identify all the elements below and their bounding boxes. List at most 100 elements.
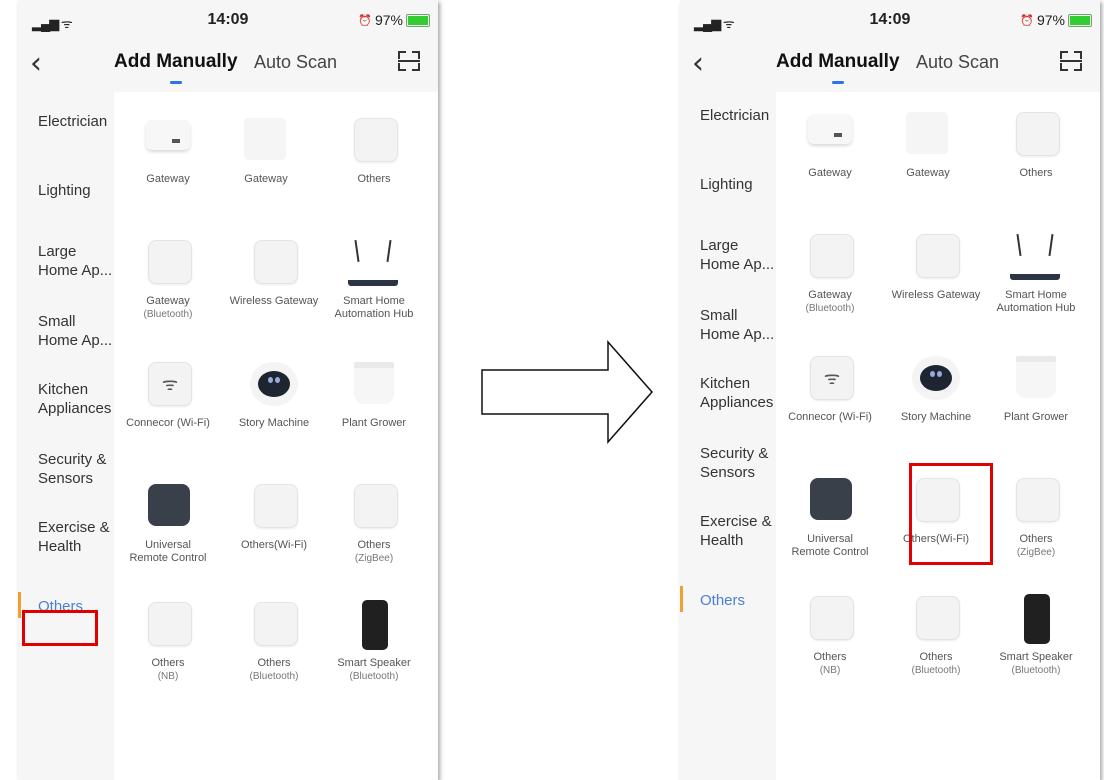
device-name: Gateway — [808, 167, 852, 179]
device-name: Others — [151, 657, 185, 669]
back-button[interactable]: ‹ — [692, 46, 704, 81]
device-card-story-machine[interactable]: Story Machine — [888, 348, 984, 424]
device-subtitle: (Bluetooth) — [911, 665, 961, 676]
phone-screen-before: ▂▄▆ ᯤ 14:09 ⏰ 97% ‹ Add Manually Auto Sc… — [18, 0, 438, 780]
sidebar-item-security-sensors[interactable]: Security & Sensors — [700, 444, 776, 482]
device-card-others[interactable]: Others — [988, 104, 1084, 180]
gateway-icon — [146, 120, 190, 150]
device-name: Connecor (Wi-Fi) — [126, 417, 210, 429]
device-subtitle: Remote Control — [129, 552, 207, 564]
category-sidebar: Electrician Lighting Large Home Ap... Sm… — [18, 92, 114, 642]
device-card-others-bluetooth[interactable]: Others (Bluetooth) — [226, 594, 322, 683]
battery-percent: 97% — [374, 12, 403, 28]
device-name: Gateway — [146, 295, 190, 307]
device-card-smart-home-automation-hub[interactable]: Smart Home Automation Hub — [326, 232, 422, 321]
device-card-connecor-wifi[interactable]: ᯤ Connecor (Wi-Fi) — [120, 354, 216, 430]
speaker-icon — [1024, 594, 1050, 644]
device-card-wireless-gateway[interactable]: Wireless Gateway — [226, 232, 322, 308]
gateway-icon — [808, 114, 852, 144]
sidebar-item-lighting[interactable]: Lighting — [38, 181, 114, 200]
device-card-gateway-2[interactable]: Gateway — [880, 104, 976, 180]
device-name: Gateway — [244, 173, 288, 185]
sidebar-item-large-home-appliances[interactable]: Large Home Ap... — [38, 242, 114, 280]
device-box-icon — [354, 484, 398, 528]
device-card-gateway[interactable]: Gateway — [120, 110, 216, 186]
device-subtitle: (ZigBee) — [1016, 547, 1056, 558]
device-name: Story Machine — [900, 411, 972, 423]
device-card-plant-grower[interactable]: Plant Grower — [326, 354, 422, 430]
device-name: Universal — [145, 539, 191, 551]
sidebar-item-electrician[interactable]: Electrician — [700, 106, 776, 125]
device-name: Smart Home — [1005, 289, 1067, 301]
sidebar-item-exercise-health[interactable]: Exercise & Health — [38, 518, 114, 556]
device-name: Gateway — [906, 167, 950, 179]
scan-icon[interactable] — [398, 51, 420, 71]
gateway-icon — [244, 118, 286, 160]
tab-auto-scan[interactable]: Auto Scan — [254, 52, 337, 73]
sidebar-item-large-home-appliances[interactable]: Large Home Ap... — [700, 236, 776, 274]
device-card-smart-speaker-bluetooth[interactable]: Smart Speaker (Bluetooth) — [988, 588, 1084, 677]
device-name: Gateway — [146, 173, 190, 185]
device-name: Others(Wi-Fi) — [241, 539, 307, 551]
back-button[interactable]: ‹ — [30, 46, 42, 81]
device-card-gateway[interactable]: Gateway — [782, 104, 878, 180]
device-box-icon — [810, 234, 854, 278]
sidebar-item-lighting[interactable]: Lighting — [700, 175, 776, 194]
device-card-smart-home-automation-hub[interactable]: Smart Home Automation Hub — [988, 226, 1084, 315]
active-category-bar — [680, 586, 683, 612]
device-card-others-zigbee[interactable]: Others (ZigBee) — [988, 470, 1084, 559]
device-subtitle: (Bluetooth) — [805, 303, 855, 314]
device-card-universal-remote-control[interactable]: Universal Remote Control — [120, 476, 216, 565]
device-card-gateway-bluetooth[interactable]: Gateway (Bluetooth) — [120, 232, 216, 321]
device-box-icon — [916, 596, 960, 640]
sidebar-item-exercise-health[interactable]: Exercise & Health — [700, 512, 776, 550]
device-grid: Gateway Gateway Others Gateway (Bluetoot… — [776, 92, 1100, 780]
device-name: Smart Home — [343, 295, 405, 307]
tab-add-manually-label: Add Manually — [776, 51, 900, 72]
sidebar-item-kitchen-appliances[interactable]: Kitchen Appliances — [38, 380, 114, 418]
device-card-gateway-2[interactable]: Gateway — [218, 110, 314, 186]
device-box-icon — [810, 596, 854, 640]
device-card-gateway-bluetooth[interactable]: Gateway (Bluetooth) — [782, 226, 878, 315]
device-card-others-bluetooth[interactable]: Others (Bluetooth) — [888, 588, 984, 677]
alarm-icon: ⏰ — [358, 14, 372, 27]
device-card-others[interactable]: Others — [326, 110, 422, 186]
tab-indicator — [831, 81, 844, 84]
sidebar-item-electrician[interactable]: Electrician — [38, 112, 114, 131]
tab-indicator — [169, 81, 182, 84]
top-nav: ‹ Add Manually Auto Scan — [680, 38, 1100, 92]
device-card-others-zigbee[interactable]: Others (ZigBee) — [326, 476, 422, 565]
category-sidebar: Electrician Lighting Large Home Ap... Sm… — [680, 92, 776, 642]
device-card-connecor-wifi[interactable]: ᯤ Connecor (Wi-Fi) — [782, 348, 878, 424]
alarm-icon: ⏰ — [1020, 14, 1034, 27]
device-card-story-machine[interactable]: Story Machine — [226, 354, 322, 430]
router-icon — [1010, 234, 1060, 280]
sidebar-item-small-home-appliances[interactable]: Small Home Ap... — [38, 312, 114, 350]
device-card-smart-speaker-bluetooth[interactable]: Smart Speaker (Bluetooth) — [326, 594, 422, 683]
remote-control-icon — [148, 484, 190, 526]
device-card-plant-grower[interactable]: Plant Grower — [988, 348, 1084, 424]
sidebar-item-security-sensors[interactable]: Security & Sensors — [38, 450, 114, 488]
device-subtitle: (Bluetooth) — [249, 671, 299, 682]
sidebar-item-others[interactable]: Others — [700, 591, 776, 610]
battery-icon — [406, 13, 430, 27]
sidebar-item-kitchen-appliances[interactable]: Kitchen Appliances — [700, 374, 776, 412]
device-grid: Gateway Gateway Others Gateway (Bluetoot… — [114, 92, 438, 780]
sidebar-item-small-home-appliances[interactable]: Small Home Ap... — [700, 306, 776, 344]
tab-auto-scan[interactable]: Auto Scan — [916, 52, 999, 73]
device-card-others-nb[interactable]: Others (NB) — [782, 588, 878, 677]
plant-pot-icon — [1016, 356, 1056, 398]
battery-indicator: ⏰ 97% — [358, 12, 430, 28]
tab-add-manually-label: Add Manually — [114, 51, 238, 72]
device-card-wireless-gateway[interactable]: Wireless Gateway — [888, 226, 984, 302]
device-card-others-nb[interactable]: Others (NB) — [120, 594, 216, 683]
scan-icon[interactable] — [1060, 51, 1082, 71]
device-subtitle: (Bluetooth) — [143, 309, 193, 320]
tab-add-manually[interactable]: Add Manually — [776, 51, 900, 84]
device-card-universal-remote-control[interactable]: Universal Remote Control — [782, 470, 878, 559]
device-name: Smart Speaker — [337, 657, 411, 669]
highlight-box-others-wifi — [909, 463, 993, 565]
tab-add-manually[interactable]: Add Manually — [114, 51, 238, 84]
device-card-others-wifi[interactable]: Others(Wi-Fi) — [226, 476, 322, 552]
device-name: Others — [257, 657, 291, 669]
